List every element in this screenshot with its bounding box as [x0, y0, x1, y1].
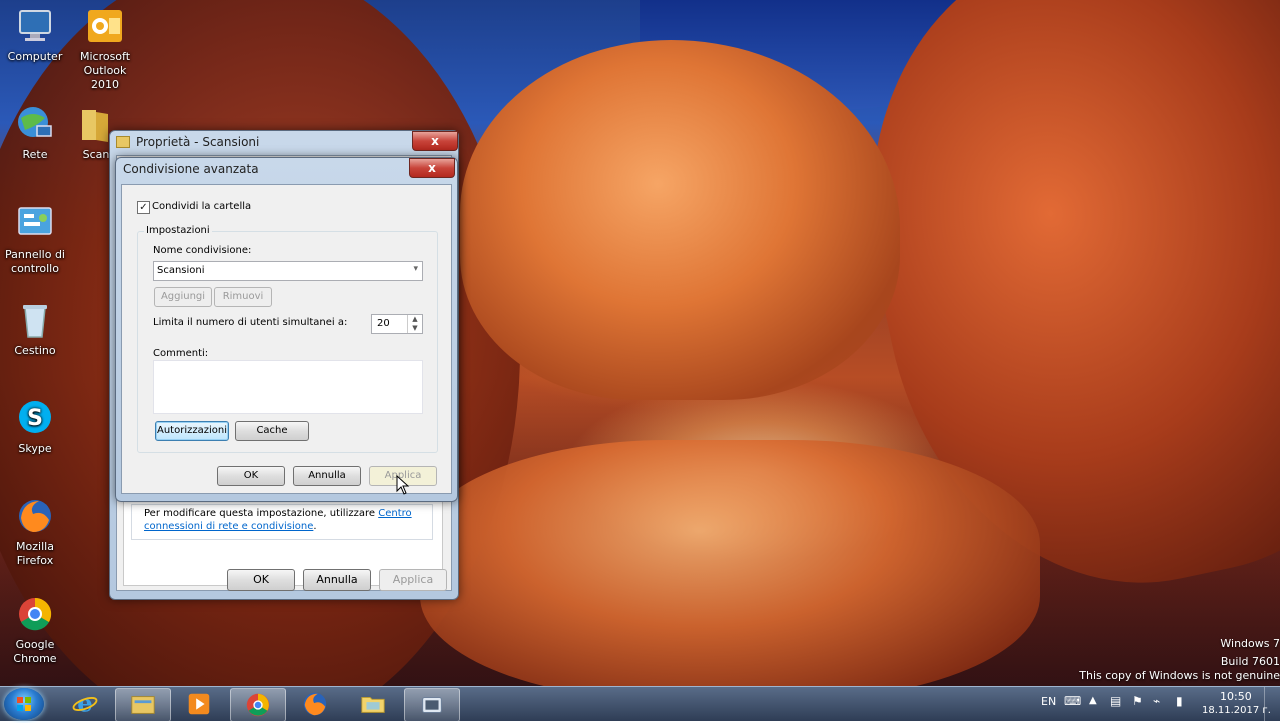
share-name-combobox[interactable]: Scansioni ▾	[153, 261, 423, 281]
chrome-icon	[15, 594, 55, 634]
mouse-cursor-icon	[396, 475, 410, 495]
advanced-ok-button[interactable]: OK	[217, 466, 285, 486]
windows-logo-icon	[17, 697, 31, 711]
desktop-icon-outlook[interactable]: Microsoft Outlook 2010	[70, 6, 140, 92]
taskbar: e EN ⌨ ▲ ▤ ⚑ ⌁ ▮ 10:50 18.11.2017 г.	[0, 686, 1280, 722]
advanced-sharing-title: Condivisione avanzata	[123, 162, 259, 176]
taskbar-item-media-player[interactable]	[172, 688, 226, 720]
internet-explorer-icon: e	[72, 690, 98, 717]
show-hidden-icons-icon[interactable]: ▲	[1089, 695, 1097, 706]
taskbar-item-folder[interactable]	[346, 688, 400, 720]
taskbar-item-google-chrome[interactable]	[230, 688, 286, 722]
start-button[interactable]	[4, 688, 44, 720]
recycle-bin-icon	[15, 300, 55, 340]
info-text-end: .	[313, 521, 317, 532]
spin-down-icon[interactable]: ▼	[407, 324, 422, 333]
windows-genuine-label: This copy of Windows is not genuine	[1079, 669, 1280, 682]
taskbar-item-windows-explorer[interactable]	[115, 688, 171, 722]
desktop-icon-label: Computer	[7, 50, 63, 63]
desktop-icon-skype[interactable]: S Skype	[0, 398, 70, 456]
computer-icon	[15, 6, 55, 46]
desktop-icon-label: Mozilla Firefox	[16, 540, 54, 567]
settings-group-label: Impostazioni	[144, 225, 212, 236]
info-text: Per modificare questa impostazione, util…	[144, 508, 376, 519]
cache-button[interactable]: Cache	[235, 421, 309, 441]
skype-icon: S	[15, 398, 55, 438]
folder-icon	[361, 697, 385, 713]
clock-time[interactable]: 10:50	[1220, 690, 1252, 703]
add-button[interactable]: Aggiungi	[154, 287, 212, 307]
firefox-icon	[303, 692, 327, 716]
taskbar-item-video-capture[interactable]	[404, 688, 460, 722]
desktop-icon-label: Skype	[18, 442, 52, 455]
display-icon[interactable]: ▤	[1110, 694, 1121, 708]
keyboard-icon[interactable]: ⌨	[1064, 694, 1081, 708]
folder-icon	[116, 136, 130, 148]
wallpaper-reflection	[420, 440, 1040, 686]
clock-date[interactable]: 18.11.2017 г.	[1202, 705, 1271, 716]
properties-info-box: Per modificare questa impostazione, util…	[131, 504, 433, 540]
desktop-icon-computer[interactable]: Computer	[0, 6, 70, 64]
properties-cancel-button[interactable]: Annulla	[303, 569, 371, 591]
desktop-icon-label: Cestino	[14, 344, 56, 357]
advanced-sharing-content: ✓ Condividi la cartella Impostazioni Nom…	[121, 184, 452, 494]
share-name-value: Scansioni	[157, 265, 205, 276]
control-panel-icon	[15, 204, 55, 244]
advanced-sharing-close-button[interactable]: x	[409, 158, 455, 178]
permissions-button[interactable]: Autorizzazioni	[155, 421, 229, 441]
chrome-icon	[246, 693, 270, 717]
properties-close-button[interactable]: x	[412, 131, 458, 151]
remove-button[interactable]: Rimuovi	[214, 287, 272, 307]
desktop-icon-control-panel[interactable]: Pannello di controllo	[0, 204, 70, 276]
taskbar-item-internet-explorer[interactable]: e	[58, 688, 112, 720]
user-limit-label: Limita il numero di utenti simultanei a:	[153, 317, 348, 328]
flag-icon[interactable]: ⚑	[1132, 694, 1143, 708]
user-limit-stepper[interactable]: 20 ▲ ▼	[371, 314, 423, 334]
desktop-icon-label: Rete	[22, 148, 48, 161]
media-player-icon	[188, 693, 210, 715]
user-limit-value: 20	[377, 318, 390, 329]
share-folder-checkbox[interactable]: ✓	[137, 201, 150, 214]
desktop-icon-label: Microsoft Outlook 2010	[79, 50, 131, 91]
desktop-icon-network[interactable]: Rete	[0, 104, 70, 162]
power-icon[interactable]: ⌁	[1153, 694, 1160, 708]
desktop-icon-label: Pannello di controllo	[5, 248, 65, 275]
svg-text:S: S	[27, 406, 43, 431]
comments-textarea[interactable]	[153, 360, 423, 414]
taskbar-item-mozilla-firefox[interactable]	[288, 688, 342, 720]
advanced-cancel-button[interactable]: Annulla	[293, 466, 361, 486]
windows-explorer-icon	[131, 696, 155, 714]
language-indicator[interactable]: EN	[1041, 695, 1056, 708]
svg-text:e: e	[77, 690, 92, 717]
chevron-down-icon: ▾	[413, 264, 418, 274]
desktop-icon-chrome[interactable]: Google Chrome	[0, 594, 70, 666]
show-desktop-button[interactable]	[1264, 687, 1280, 721]
properties-apply-button[interactable]: Applica	[379, 569, 447, 591]
network-signal-icon[interactable]: ▮	[1176, 694, 1183, 708]
properties-ok-button[interactable]: OK	[227, 569, 295, 591]
properties-window-title: Proprietà - Scansioni	[136, 135, 260, 149]
desktop-icon-label: Scan	[82, 148, 110, 161]
firefox-icon	[15, 496, 55, 536]
share-folder-label: Condividi la cartella	[152, 201, 252, 212]
windows-version-label: Windows 7	[1220, 637, 1280, 650]
desktop-icon-firefox[interactable]: Mozilla Firefox	[0, 496, 70, 568]
desktop-icon-recycle-bin[interactable]: Cestino	[0, 300, 70, 358]
network-icon	[15, 104, 55, 144]
share-name-label: Nome condivisione:	[153, 245, 252, 256]
video-capture-icon	[422, 697, 442, 713]
spin-up-icon[interactable]: ▲	[407, 315, 422, 324]
comments-label: Commenti:	[153, 348, 209, 359]
advanced-sharing-dialog: Condivisione avanzata x ✓ Condividi la c…	[115, 157, 458, 502]
properties-info-text: Per modificare questa impostazione, util…	[144, 507, 424, 533]
outlook-icon	[85, 6, 125, 46]
desktop-icon-label: Google Chrome	[13, 638, 57, 665]
